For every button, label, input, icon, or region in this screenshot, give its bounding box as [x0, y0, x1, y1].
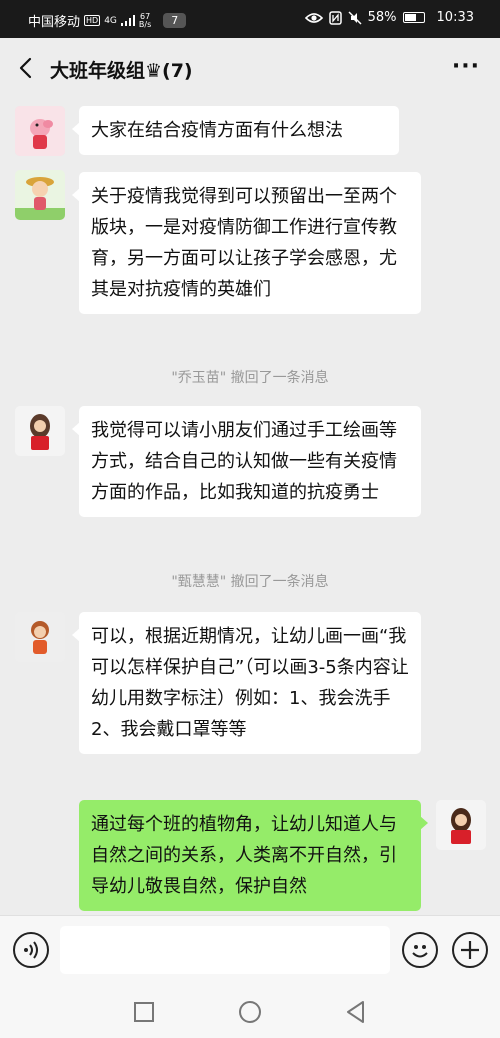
avatar-girl-red[interactable]: [15, 406, 65, 456]
chat-message-list[interactable]: 大家在结合疫情方面有什么想法 关于疫情我觉得到可以预留出一至两个版块，一是对疫情…: [0, 100, 500, 915]
more-options-icon[interactable]: ···: [452, 54, 480, 79]
input-bar: [0, 915, 500, 985]
avatar-girl-hat[interactable]: [15, 170, 65, 220]
emoji-icon[interactable]: [402, 932, 438, 968]
status-right: 58% 10:33: [304, 10, 474, 25]
network-type: 4G: [104, 15, 117, 26]
message-bubble[interactable]: 可以，根据近期情况，让幼儿画一画“我可以怎样保护自己”（可以画3-5条内容让幼儿…: [72, 612, 421, 754]
message-text: 大家在结合疫情方面有什么想法: [91, 120, 343, 141]
hd-badge: HD: [84, 15, 101, 26]
recall-notice: "甄慧慧" 撤回了一条消息: [171, 574, 329, 590]
girl-avatar-icon: [15, 170, 65, 220]
battery-icon: [402, 12, 425, 23]
circle-icon[interactable]: [237, 999, 263, 1025]
message-bubble[interactable]: 关于疫情我觉得到可以预留出一至两个版块，一是对疫情防御工作进行宣传教育，另一方面…: [72, 172, 421, 314]
eye-icon: [304, 12, 323, 23]
voice-icon[interactable]: [13, 932, 49, 968]
carrier-name: 中国移动: [28, 15, 81, 30]
status-bar: 中国移动 HD 4G 67 B/s 7 58% 10:33: [0, 0, 500, 38]
kid-avatar-icon: [15, 612, 65, 662]
self-avatar-icon: [436, 800, 486, 850]
avatar-cartoon-kid[interactable]: [15, 612, 65, 662]
avatar-self[interactable]: [436, 800, 486, 850]
chat-title: 大班年级组♛(7): [50, 60, 193, 82]
triangle-icon[interactable]: [343, 999, 369, 1025]
recall-notice: "乔玉苗" 撤回了一条消息: [171, 370, 329, 386]
net-speed: 67 B/s: [138, 12, 152, 29]
nfc-icon: [328, 10, 342, 25]
mute-icon: [348, 10, 362, 25]
square-icon[interactable]: [131, 999, 157, 1025]
plus-icon[interactable]: [452, 932, 488, 968]
avatar-peppa[interactable]: [15, 106, 65, 156]
message-text: 通过每个班的植物角，让幼儿知道人与自然之间的关系，人类离不开自然，引导幼儿敬畏自…: [91, 814, 397, 897]
back-icon[interactable]: [14, 55, 40, 81]
clock: 10:33: [436, 10, 474, 25]
girl-avatar-icon: [15, 406, 65, 456]
message-text: 我觉得可以请小朋友们通过手工绘画等方式，结合自己的认知做一些有关疫情方面的作品，…: [91, 420, 397, 503]
battery-percent: 58%: [367, 10, 397, 25]
message-bubble[interactable]: 我觉得可以请小朋友们通过手工绘画等方式，结合自己的认知做一些有关疫情方面的作品，…: [72, 406, 421, 517]
system-nav-bar: [0, 985, 500, 1038]
message-input[interactable]: [60, 926, 390, 974]
status-left: 中国移动 HD 4G 67 B/s 7: [28, 11, 187, 30]
notification-count: 7: [163, 13, 187, 28]
message-text: 关于疫情我觉得到可以预留出一至两个版块，一是对疫情防御工作进行宣传教育，另一方面…: [91, 186, 397, 300]
pig-avatar-icon: [15, 106, 65, 156]
my-message-bubble[interactable]: 通过每个班的植物角，让幼儿知道人与自然之间的关系，人类离不开自然，引导幼儿敬畏自…: [79, 800, 428, 911]
net-speed-unit: B/s: [138, 19, 152, 29]
signal-icon: [120, 15, 135, 26]
message-bubble[interactable]: 大家在结合疫情方面有什么想法: [72, 106, 399, 155]
message-text: 可以，根据近期情况，让幼儿画一画“我可以怎样保护自己”（可以画3-5条内容让幼儿…: [91, 626, 409, 740]
chat-header: 大班年级组♛(7) ···: [0, 38, 500, 100]
